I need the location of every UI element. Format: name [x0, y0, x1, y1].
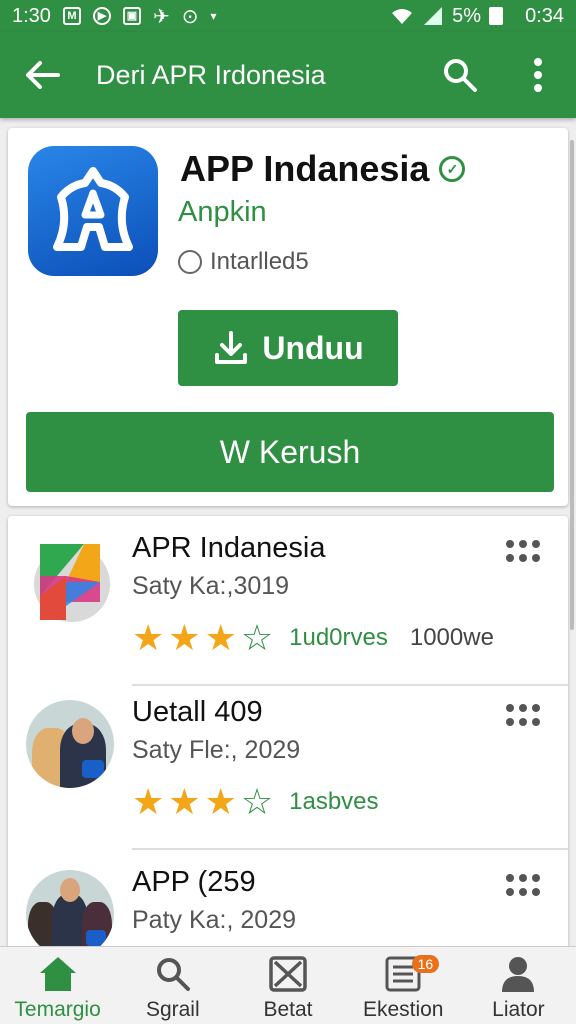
- page-title: Deri APR Irdonesia: [96, 59, 326, 90]
- nav-item-search[interactable]: Sgrail: [115, 947, 230, 1024]
- nav-label: Sgrail: [145, 998, 200, 1021]
- signal-icon: [424, 7, 443, 25]
- nav-label: Liator: [492, 998, 545, 1021]
- scrollbar[interactable]: [570, 140, 574, 630]
- star-filled-icon: ★: [132, 617, 165, 658]
- home-icon: [38, 954, 78, 994]
- star-filled-icon: ★: [204, 617, 237, 658]
- star-filled-icon: ★: [168, 781, 201, 822]
- person-icon: [498, 954, 538, 994]
- status-bar: 1:30 M ▶ ▣ ✈ ⊙ ▾ 5% 0:34: [0, 0, 576, 32]
- star-outline-icon: ☆: [240, 781, 274, 822]
- app-name-text: APP Indanesia: [180, 148, 430, 189]
- rating: ★ ★ ★ ☆ 1ud0rves 1000we: [132, 620, 494, 656]
- status-time-left: 1:30: [12, 4, 51, 27]
- download-count: 1000we: [409, 624, 494, 651]
- nav-label: Betat: [263, 998, 313, 1021]
- list-item-subtitle: Saty Fle:, 2029: [132, 736, 301, 764]
- list-item[interactable]: APP (259 Paty Ka:, 2029: [8, 850, 568, 956]
- list-item-title: APR Indanesia: [132, 532, 326, 564]
- more-options-icon[interactable]: [506, 704, 540, 726]
- battery-icon: [489, 7, 504, 25]
- list-item-subtitle: Saty Ka:,3019: [132, 572, 290, 600]
- boxed-x-icon: [268, 954, 308, 994]
- star-filled-icon: ★: [132, 781, 165, 822]
- star-filled-icon: ★: [168, 617, 201, 658]
- secondary-action-label: W Kerush: [219, 433, 361, 470]
- photo-icon: ▣: [122, 7, 141, 25]
- list-item-subtitle: Paty Ka:, 2029: [132, 906, 297, 934]
- related-apps-list: APR Indanesia Saty Ka:,3019 ★ ★ ★ ☆ 1ud0…: [8, 516, 568, 956]
- download-label: Unduu: [262, 329, 364, 366]
- install-status: Intarlled5: [178, 248, 309, 276]
- app-bar: Deri APR Irdonesia: [0, 32, 576, 118]
- search-icon[interactable]: [440, 55, 480, 95]
- secondary-action-button[interactable]: W Kerush: [26, 412, 554, 492]
- more-options-icon[interactable]: [506, 874, 540, 896]
- status-radio-icon: [178, 250, 202, 274]
- avatar: [26, 700, 114, 788]
- rating: ★ ★ ★ ☆ 1asbves: [132, 784, 379, 820]
- more-options-icon[interactable]: [506, 540, 540, 562]
- verified-icon: ✓: [439, 156, 466, 182]
- back-arrow-icon[interactable]: [22, 55, 62, 95]
- battery-percent: 5%: [452, 4, 482, 27]
- dropdown-dot-icon: ▾: [210, 9, 217, 23]
- nav-item-betat[interactable]: Betat: [230, 947, 345, 1024]
- tools-icon: ✈: [152, 5, 170, 28]
- review-count: 1asbves: [289, 788, 379, 815]
- notification-m-icon: M: [62, 7, 81, 25]
- nav-label: Temargio: [14, 998, 101, 1021]
- app-thumbnail-icon: [26, 536, 114, 624]
- developer-link[interactable]: Anpkin: [178, 196, 267, 229]
- install-status-text: Intarlled5: [210, 248, 309, 275]
- app-logo-icon: [28, 146, 158, 276]
- nav-label: Ekestion: [362, 998, 444, 1021]
- list-item-title: APP (259: [132, 866, 256, 898]
- wifi-icon: [392, 9, 413, 24]
- app-name: APP Indanesia ✓: [180, 148, 466, 190]
- app-detail-card: APP Indanesia ✓ Anpkin Intarlled5 Unduu …: [8, 128, 568, 506]
- download-icon: [215, 331, 248, 364]
- list-item-title: Uetall 409: [132, 696, 263, 728]
- star-filled-icon: ★: [204, 781, 237, 822]
- list-item[interactable]: Uetall 409 Saty Fle:, 2029 ★ ★ ★ ☆ 1asbv…: [8, 680, 568, 850]
- avatar: [26, 870, 114, 956]
- bottom-nav: Temargio Sgrail Betat 16 Ekestion Liator: [0, 946, 576, 1024]
- download-button[interactable]: Unduu: [178, 310, 398, 386]
- more-vert-icon[interactable]: [518, 55, 558, 95]
- star-outline-icon: ☆: [240, 617, 274, 658]
- sync-icon: ⊙: [181, 5, 199, 28]
- nav-item-ekestion[interactable]: 16 Ekestion: [346, 947, 461, 1024]
- nav-item-profile[interactable]: Liator: [461, 947, 576, 1024]
- nav-item-home[interactable]: Temargio: [0, 947, 115, 1024]
- play-icon: ▶: [92, 7, 111, 25]
- notification-badge: 16: [411, 955, 440, 973]
- review-count: 1ud0rves: [289, 624, 388, 651]
- list-item[interactable]: APR Indanesia Saty Ka:,3019 ★ ★ ★ ☆ 1ud0…: [8, 516, 568, 686]
- status-time-right: 0:34: [525, 4, 564, 27]
- search-icon: [153, 954, 193, 994]
